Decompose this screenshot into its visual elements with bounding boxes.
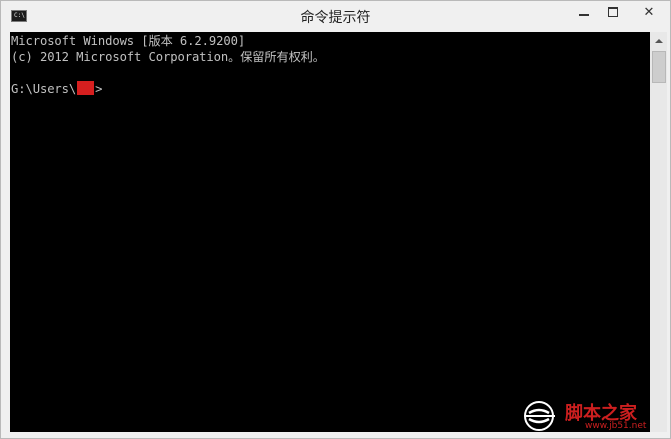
maximize-icon bbox=[608, 7, 618, 17]
console-line-version: Microsoft Windows [版本 6.2.9200] bbox=[11, 34, 246, 48]
minimize-icon bbox=[579, 14, 589, 16]
cmd-window: C:\ 命令提示符 ✕ Microsoft Windows [版本 6.2.92… bbox=[0, 0, 671, 439]
console-output[interactable]: Microsoft Windows [版本 6.2.9200] (c) 2012… bbox=[10, 32, 650, 432]
command-prompt[interactable]: G:\Users\ > bbox=[11, 81, 102, 97]
prompt-symbol: > bbox=[95, 82, 103, 96]
scrollbar-thumb[interactable] bbox=[652, 51, 666, 83]
close-button[interactable]: ✕ bbox=[627, 1, 671, 23]
watermark-url: www.jb51.net bbox=[585, 421, 647, 431]
watermark: 脚本之家 www.jb51.net bbox=[521, 397, 666, 435]
close-icon: ✕ bbox=[643, 4, 655, 20]
watermark-logo-icon bbox=[524, 401, 555, 431]
scroll-up-arrow-icon bbox=[654, 38, 663, 43]
redacted-username bbox=[77, 81, 95, 95]
console-line-copyright: (c) 2012 Microsoft Corporation。保留所有权利。 bbox=[11, 50, 325, 64]
scroll-up-button[interactable] bbox=[650, 32, 667, 49]
prompt-path: G:\Users\ bbox=[11, 82, 77, 96]
vertical-scrollbar[interactable] bbox=[650, 32, 667, 432]
title-bar[interactable]: C:\ 命令提示符 ✕ bbox=[1, 1, 670, 32]
maximize-button[interactable] bbox=[599, 1, 627, 23]
minimize-button[interactable] bbox=[569, 1, 599, 23]
